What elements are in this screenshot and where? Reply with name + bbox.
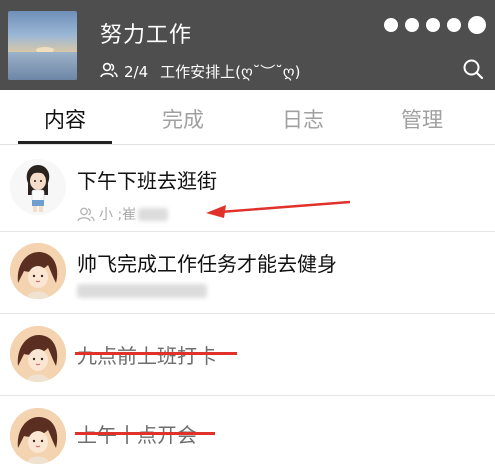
anime-girl-avatar — [10, 326, 66, 382]
task-members — [77, 284, 207, 298]
member-count: 2/4 — [124, 62, 149, 81]
blurred-name — [138, 207, 169, 221]
tab-manage[interactable]: 管理 — [374, 104, 470, 134]
dot — [447, 18, 461, 32]
group-header: 努力工作 2/4 工作安排上(ღ˘︶˘ღ) — [0, 0, 495, 90]
strikethrough-line — [75, 352, 237, 355]
dot — [405, 18, 419, 32]
dot — [426, 18, 440, 32]
girl-cartoon-avatar — [10, 159, 66, 215]
people-icon — [100, 62, 118, 82]
group-subtitle-row: 2/4 工作安排上(ღ˘︶˘ღ) — [100, 61, 300, 82]
active-tab-indicator — [18, 141, 112, 144]
red-arrow-annotation — [206, 200, 351, 218]
group-title: 努力工作 — [100, 23, 193, 48]
task-row[interactable]: 上午十点开会 — [0, 396, 495, 475]
task-title: 下午下班去逛街 — [77, 169, 217, 193]
task-row[interactable]: 九点前上班打卡 — [0, 314, 495, 396]
search-icon[interactable] — [462, 58, 484, 80]
more-dots-icon[interactable] — [384, 16, 486, 34]
tab-log[interactable]: 日志 — [255, 104, 351, 134]
tab-done[interactable]: 完成 — [135, 104, 231, 134]
task-row[interactable]: 下午下班去逛街 小 ;崔 — [0, 146, 495, 232]
blurred-members — [77, 284, 207, 298]
task-title: 帅飞完成工作任务才能去健身 — [77, 252, 337, 276]
anime-girl-avatar — [10, 408, 66, 464]
sea-shape — [8, 52, 77, 80]
task-row[interactable]: 帅飞完成工作任务才能去健身 — [0, 232, 495, 314]
dot — [468, 16, 486, 34]
tab-bar: 内容 完成 日志 管理 — [0, 90, 495, 145]
people-icon — [77, 207, 95, 221]
group-cover-image[interactable] — [8, 11, 77, 80]
anime-girl-avatar — [10, 243, 66, 299]
strikethrough-line — [75, 432, 215, 435]
tab-content[interactable]: 内容 — [17, 104, 113, 134]
task-members: 小 ;崔 — [77, 204, 169, 224]
group-subtitle: 工作安排上(ღ˘︶˘ღ) — [160, 63, 301, 81]
dot — [384, 18, 398, 32]
member-names: 小 ;崔 — [99, 207, 137, 223]
